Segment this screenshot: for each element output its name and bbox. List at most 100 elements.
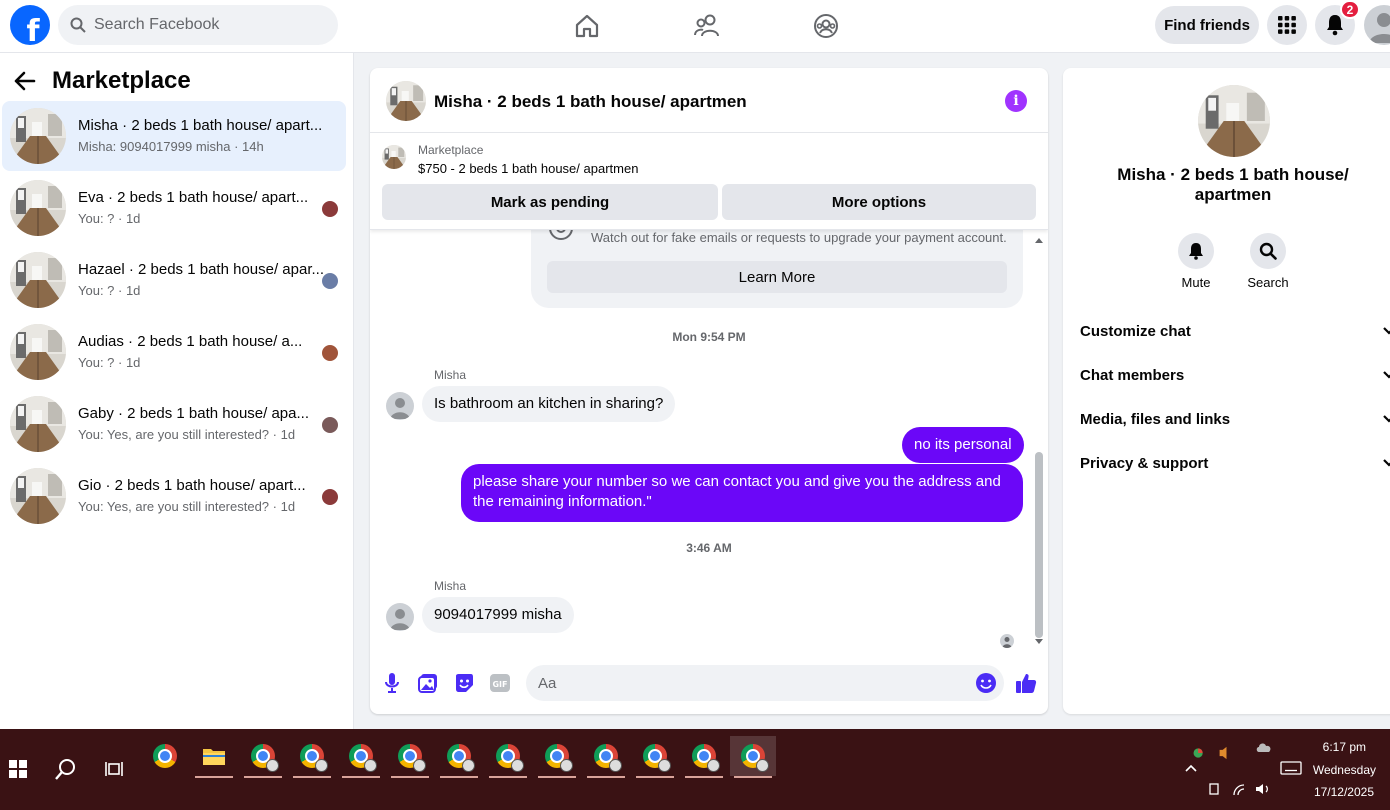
chrome-window-icon[interactable] [338, 736, 384, 778]
conversation-title: Hazael · 2 beds 1 bath house/ apar... [78, 261, 324, 278]
listing-category: Marketplace [418, 143, 484, 157]
chrome-window-icon[interactable] [240, 736, 286, 778]
incoming-message-bubble[interactable]: Is bathroom an kitchen in sharing? [422, 386, 676, 422]
mark-as-pending-button[interactable]: Mark as pending [382, 184, 718, 220]
groups-icon[interactable] [806, 8, 846, 44]
chrome-window-icon[interactable] [485, 736, 531, 778]
customize-chat-section[interactable]: Customize chat [1080, 316, 1390, 346]
emoji-icon[interactable] [974, 671, 998, 695]
home-icon[interactable] [567, 8, 607, 44]
section-label: Customize chat [1080, 322, 1191, 340]
scam-warning-card: Watch out for fake emails or requests to… [531, 230, 1023, 308]
read-receipt-avatar [322, 273, 338, 289]
read-receipt-avatar [322, 345, 338, 361]
message-scrollbar[interactable] [1032, 234, 1044, 648]
learn-more-button[interactable]: Learn More [547, 261, 1007, 293]
chevron-down-icon [1383, 415, 1390, 423]
system-tray-icons[interactable] [1192, 733, 1238, 773]
conversation-thumbnail [10, 468, 66, 524]
clock-time[interactable]: 6:17 pm [1300, 740, 1366, 754]
search-icon [70, 17, 86, 33]
file-explorer-icon[interactable] [191, 736, 237, 778]
conversation-thumbnail [10, 396, 66, 452]
listing-thumbnail[interactable] [386, 81, 426, 121]
conversation-item[interactable]: Hazael · 2 beds 1 bath house/ apar... You… [2, 245, 346, 315]
read-receipt-avatar [322, 201, 338, 217]
search-box[interactable] [58, 5, 338, 45]
gif-icon[interactable]: GIF [488, 671, 512, 695]
chat-details-panel: Misha · 2 beds 1 bath house/ apartmen Mu… [1063, 68, 1390, 714]
chrome-icon[interactable] [142, 736, 188, 776]
incoming-message-bubble[interactable]: 9094017999 misha [422, 597, 574, 633]
chevron-up-icon[interactable] [1184, 763, 1198, 773]
top-navigation-bar: f Find friends 2 [0, 0, 1390, 53]
back-arrow-icon[interactable] [14, 71, 36, 91]
conversation-title: Misha · 2 beds 1 bath house/ apart... [78, 117, 323, 134]
info-icon[interactable]: i [1005, 90, 1027, 112]
facebook-logo[interactable]: f [10, 5, 50, 45]
conversation-item[interactable]: Gaby · 2 beds 1 bath house/ apa... You: Y… [2, 389, 346, 459]
microphone-icon[interactable] [380, 671, 404, 695]
clock-day[interactable]: Wednesday [1290, 763, 1376, 777]
search-in-chat-button[interactable]: Search [1238, 233, 1298, 290]
conversation-item[interactable]: Misha · 2 beds 1 bath house/ apart... Mis… [2, 101, 346, 171]
menu-grid-icon[interactable] [1267, 5, 1307, 45]
outgoing-message-bubble[interactable]: please share your number so we can conta… [461, 464, 1023, 522]
scroll-down-arrow-icon[interactable] [1034, 638, 1044, 646]
outgoing-message-bubble[interactable]: no its personal [902, 427, 1024, 463]
listing-small-thumbnail[interactable] [382, 145, 406, 169]
chrome-window-icon[interactable] [289, 736, 335, 778]
chrome-window-icon[interactable] [387, 736, 433, 778]
chrome-window-icon[interactable] [632, 736, 678, 778]
scroll-up-arrow-icon[interactable] [1034, 236, 1044, 244]
message-input[interactable] [526, 665, 1004, 701]
profile-avatar[interactable] [1364, 5, 1390, 45]
photo-icon[interactable] [416, 671, 440, 695]
sticker-icon[interactable] [452, 671, 476, 695]
scrollbar-thumb[interactable] [1035, 452, 1043, 638]
details-listing-thumbnail[interactable] [1198, 85, 1270, 157]
search-input[interactable] [94, 16, 314, 34]
find-friends-button[interactable]: Find friends [1155, 6, 1259, 44]
chrome-window-icon[interactable] [583, 736, 629, 778]
conversation-item[interactable]: Gio · 2 beds 1 bath house/ apart... You: … [2, 461, 346, 531]
notification-badge: 2 [1340, 0, 1360, 19]
chrome-window-icon[interactable] [436, 736, 482, 778]
conversation-preview: You: Yes, are you still interested? · 1d [78, 499, 296, 514]
privacy-support-section[interactable]: Privacy & support [1080, 448, 1390, 478]
windows-start-icon[interactable] [0, 749, 41, 789]
shield-icon [549, 230, 573, 240]
chrome-window-icon[interactable] [534, 736, 580, 778]
conversation-preview: You: ? · 1d [78, 211, 141, 226]
conversation-title: Audias · 2 beds 1 bath house/ a... [78, 333, 303, 350]
mute-button[interactable]: Mute [1166, 233, 1226, 290]
listing-price-title[interactable]: $750 - 2 beds 1 bath house/ apartmen [418, 161, 638, 176]
chevron-down-icon [1383, 371, 1390, 379]
search-icon [1259, 242, 1277, 260]
conversation-title: Gio · 2 beds 1 bath house/ apart... [78, 477, 306, 494]
chrome-window-icon[interactable] [730, 736, 776, 778]
thumbs-up-icon[interactable] [1014, 671, 1038, 695]
taskbar-search-icon[interactable] [43, 749, 89, 789]
network-icons[interactable] [1208, 781, 1272, 797]
marketplace-conversations-panel: Marketplace Misha · 2 beds 1 bath house/… [0, 53, 354, 729]
chat-members-section[interactable]: Chat members [1080, 360, 1390, 390]
chat-title[interactable]: Misha · 2 beds 1 bath house/ apartmen [434, 92, 747, 112]
clock-date[interactable]: 17/12/2025 [1290, 785, 1374, 799]
friends-icon[interactable] [687, 8, 727, 44]
sender-avatar[interactable] [386, 603, 414, 631]
read-receipt-avatar [322, 417, 338, 433]
conversation-item[interactable]: Audias · 2 beds 1 bath house/ a... You: ?… [2, 317, 346, 387]
more-options-button[interactable]: More options [722, 184, 1036, 220]
sender-avatar[interactable] [386, 392, 414, 420]
chrome-window-icon[interactable] [681, 736, 727, 778]
conversation-preview: You: ? · 1d [78, 355, 141, 370]
task-view-icon[interactable] [91, 749, 137, 789]
media-files-links-section[interactable]: Media, files and links [1080, 404, 1390, 434]
cloud-icon[interactable] [1255, 741, 1273, 753]
read-receipt-avatar [322, 489, 338, 505]
chat-header: Misha · 2 beds 1 bath house/ apartmen i [370, 68, 1048, 133]
conversation-item[interactable]: Eva · 2 beds 1 bath house/ apart... You: … [2, 173, 346, 243]
message-timestamp: Mon 9:54 PM [672, 330, 746, 344]
message-thread[interactable]: Watch out for fake emails or requests to… [370, 230, 1048, 652]
